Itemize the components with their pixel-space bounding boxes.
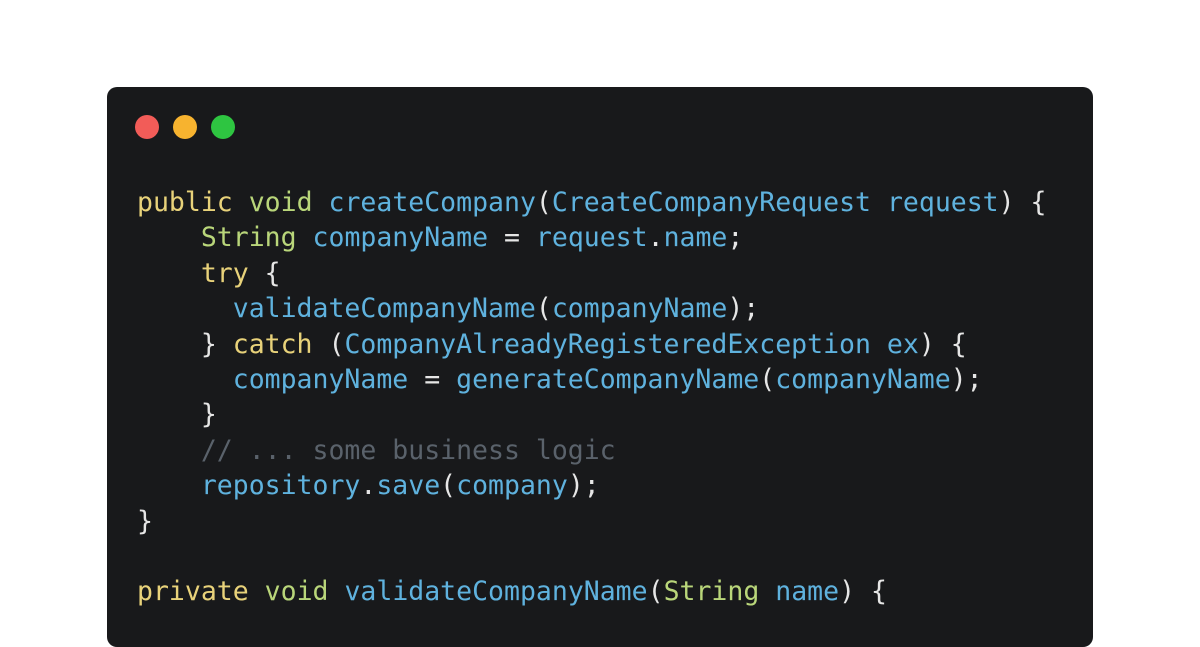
window-controls	[135, 115, 235, 139]
code-token: (	[759, 363, 776, 395]
code-token: ) {	[839, 576, 887, 608]
code-token: (	[535, 187, 552, 218]
code-token: try	[200, 257, 249, 289]
code-token: repository	[200, 470, 361, 502]
code-token: public	[137, 187, 233, 218]
code-token: =	[408, 363, 457, 395]
code-token: private	[137, 576, 249, 608]
code-token: ex	[886, 328, 919, 360]
code-token: companyName	[232, 363, 409, 395]
code-token: =	[488, 222, 536, 254]
code-token: }	[137, 399, 217, 431]
minimize-dot-icon[interactable]	[173, 115, 197, 139]
code-token: .	[360, 470, 377, 502]
code-line: } catch (CompanyAlreadyRegisteredExcepti…	[137, 327, 1047, 362]
code-token: name	[663, 222, 728, 254]
code-token: (	[440, 470, 457, 502]
code-block: public void createCompany(CreateCompanyR…	[137, 185, 1047, 610]
code-token: companyName	[551, 293, 728, 325]
code-token: (	[535, 293, 552, 325]
code-token: name	[775, 576, 840, 608]
code-token: validateCompanyName	[344, 576, 648, 608]
code-token: request	[535, 222, 648, 254]
code-token: createCompany	[328, 187, 536, 218]
code-token: ) {	[998, 187, 1047, 218]
code-token: );	[567, 470, 600, 502]
code-token: CompanyAlreadyRegisteredException	[344, 328, 871, 360]
code-token: company	[456, 470, 568, 502]
code-token: String	[200, 222, 297, 254]
code-token: void	[264, 576, 329, 608]
code-line: }	[137, 504, 1047, 539]
code-token: );	[950, 363, 983, 395]
code-token: String	[663, 576, 760, 608]
code-token: void	[248, 187, 313, 218]
code-token: CreateCompanyRequest	[551, 187, 871, 218]
code-line: private void validateCompanyName(String …	[137, 574, 1047, 609]
code-token: {	[248, 257, 281, 289]
code-token: }	[137, 328, 233, 360]
code-line: validateCompanyName(companyName);	[137, 291, 1047, 326]
code-token: ;	[727, 222, 744, 254]
code-token: companyName	[312, 222, 489, 254]
code-line: repository.save(company);	[137, 468, 1047, 503]
code-token: );	[727, 293, 760, 325]
code-token: .	[647, 222, 664, 254]
code-token: (	[647, 576, 664, 608]
code-token: companyName	[775, 363, 951, 395]
code-token: generateCompanyName	[456, 363, 760, 395]
code-line: // ... some business logic	[137, 433, 1047, 468]
code-line: try {	[137, 256, 1047, 291]
code-token: save	[376, 470, 441, 502]
code-token: catch	[232, 328, 313, 360]
code-comment: // ... some business logic	[200, 434, 616, 466]
code-line: }	[137, 397, 1047, 432]
code-token: ) {	[918, 328, 967, 360]
code-token: request	[886, 187, 999, 218]
code-token: validateCompanyName	[232, 293, 536, 325]
close-dot-icon[interactable]	[135, 115, 159, 139]
code-window: public void createCompany(CreateCompanyR…	[107, 87, 1093, 647]
code-line: companyName = generateCompanyName(compan…	[137, 362, 1047, 397]
code-token: }	[137, 505, 153, 537]
code-line: public void createCompany(CreateCompanyR…	[137, 185, 1047, 220]
code-line: String companyName = request.name;	[137, 220, 1047, 255]
code-token: (	[312, 328, 345, 360]
maximize-dot-icon[interactable]	[211, 115, 235, 139]
